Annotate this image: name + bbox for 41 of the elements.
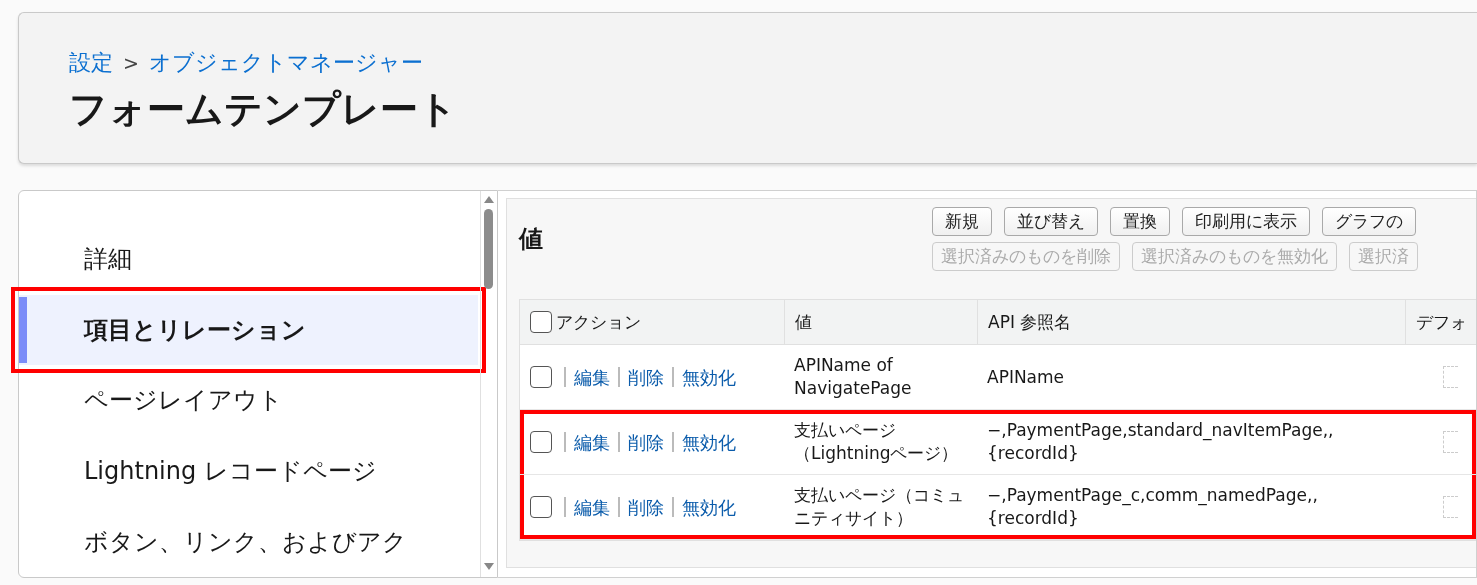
api-name-text: −,PaymentPage,standard_navItemPage,,{recordId} (987, 419, 1335, 465)
action-link[interactable]: 編集 (574, 365, 610, 389)
select-all-checkbox[interactable] (530, 311, 552, 333)
default-placeholder-icon (1443, 496, 1458, 518)
page-title: フォームテンプレート (69, 85, 458, 133)
action-button[interactable]: グラフの (1322, 207, 1416, 236)
selection-indicator (19, 296, 27, 364)
section-title: 値 (519, 224, 544, 255)
value-text: 支払いページ（コミュニティサイト） (794, 484, 965, 530)
action-link[interactable]: 無効化 (682, 365, 736, 389)
action-link[interactable]: 編集 (574, 430, 610, 454)
sidebar-item[interactable]: ページレイアウト (19, 365, 478, 436)
action-button[interactable]: 新規 (932, 207, 992, 236)
breadcrumb-link[interactable]: 設定 (69, 47, 113, 78)
action-button[interactable]: 印刷用に表示 (1182, 207, 1310, 236)
row-checkbox[interactable] (530, 366, 552, 388)
column-header: デフォ (1416, 310, 1467, 334)
action-link[interactable]: 編集 (574, 495, 610, 519)
row-checkbox[interactable] (530, 431, 552, 453)
value-text: APIName of NavigatePage (794, 354, 913, 400)
column-header: API 参照名 (988, 310, 1072, 334)
action-link[interactable]: 削除 (628, 430, 664, 454)
action-link[interactable]: 無効化 (682, 495, 736, 519)
action-link[interactable]: 削除 (628, 495, 664, 519)
api-name-text: APIName (987, 365, 1065, 389)
value-text: 支払いページ（Lightningページ） (794, 419, 960, 465)
row-checkbox[interactable] (530, 496, 552, 518)
action-link[interactable]: 削除 (628, 365, 664, 389)
action-button[interactable]: 置換 (1110, 207, 1170, 236)
default-placeholder-icon (1443, 431, 1458, 453)
column-header: 値 (795, 310, 812, 334)
sidebar-item[interactable]: ボタン、リンク、およびアク (19, 506, 478, 577)
breadcrumb-separator: > (123, 51, 139, 74)
sidebar-item[interactable]: 詳細 (19, 224, 478, 295)
sidebar-item[interactable]: Lightning レコードページ (19, 435, 478, 507)
api-name-text: −,PaymentPage_c,comm_namedPage,,{recordId} (987, 484, 1319, 530)
default-placeholder-icon (1443, 366, 1458, 388)
action-link[interactable]: 無効化 (682, 430, 736, 454)
breadcrumb-link[interactable]: オブジェクトマネージャー (148, 47, 423, 78)
action-button[interactable]: 並び替え (1004, 207, 1098, 236)
column-header: アクション (556, 310, 641, 334)
